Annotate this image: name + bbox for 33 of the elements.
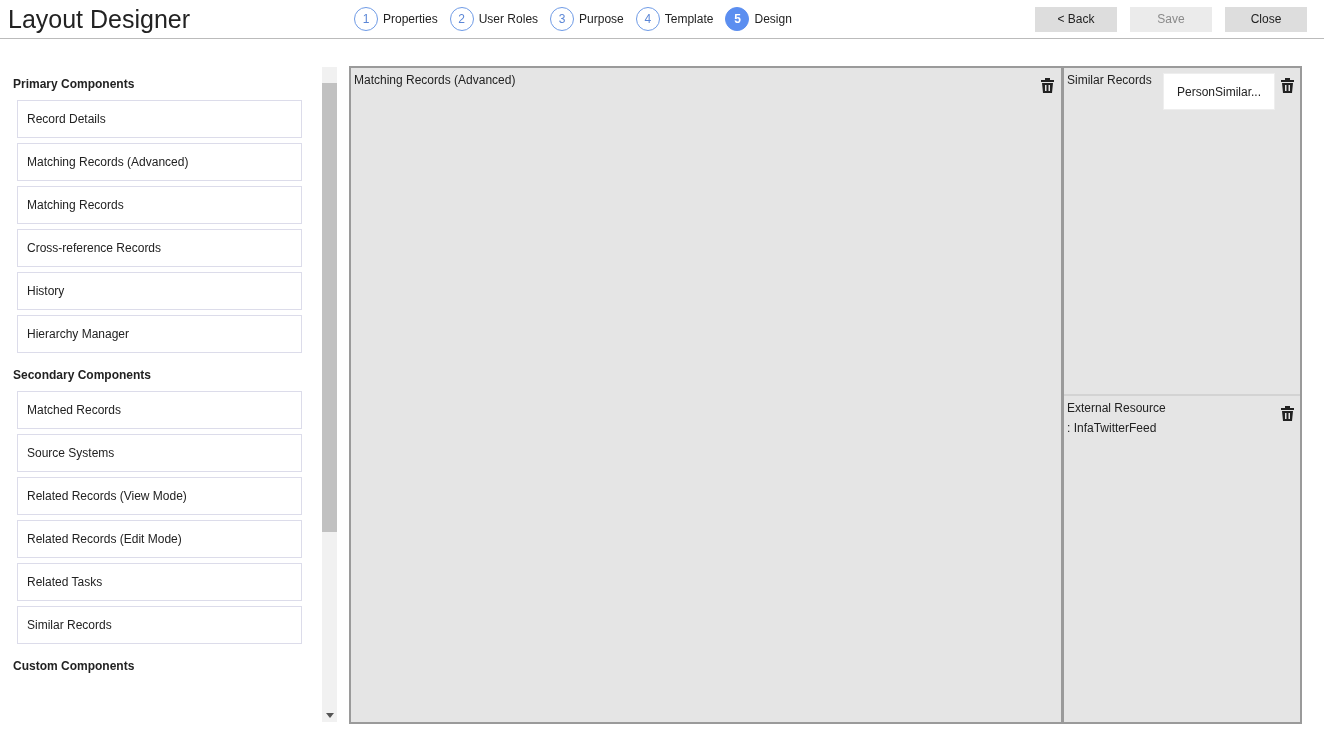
component-tile[interactable]: Matching Records	[17, 186, 302, 224]
wizard-step[interactable]: 5 Design	[725, 7, 792, 31]
component-tile[interactable]: Related Records (View Mode)	[17, 477, 302, 515]
component-tile[interactable]: Hierarchy Manager	[17, 315, 302, 353]
wizard-step[interactable]: 3 Purpose	[550, 7, 624, 31]
scroll-down-arrow-icon[interactable]	[326, 713, 334, 718]
toolbar-button[interactable]: Close	[1225, 6, 1307, 32]
component-tile[interactable]: Record Details	[17, 100, 302, 138]
component-tile[interactable]: History	[17, 272, 302, 310]
toolbar-button[interactable]: < Back	[1035, 6, 1117, 32]
record-dropdown[interactable]: PersonSimilar...	[1163, 73, 1275, 110]
wizard-step[interactable]: 4 Template	[635, 7, 714, 31]
panel-title: External Resource	[1067, 401, 1167, 415]
wizard-step[interactable]: 1 Properties	[354, 7, 438, 31]
component-tile[interactable]: Related Tasks	[17, 563, 302, 601]
panel-title: Similar Records	[1067, 73, 1153, 87]
component-tile[interactable]: Matching Records (Advanced)	[17, 143, 302, 181]
app-title: Layout Designer	[7, 4, 192, 34]
group-heading: Secondary Components	[13, 367, 153, 384]
trash-icon[interactable]	[1281, 78, 1294, 93]
trash-icon[interactable]	[1041, 78, 1054, 93]
component-tile[interactable]: Similar Records	[17, 606, 302, 644]
group-heading: Primary Components	[13, 76, 136, 93]
component-tile[interactable]: Source Systems	[17, 434, 302, 472]
trash-icon[interactable]	[1281, 406, 1294, 421]
group-heading: Custom Components	[13, 658, 136, 675]
scrollbar[interactable]	[322, 67, 337, 722]
wizard-step[interactable]: 2 User Roles	[449, 7, 539, 31]
component-tile[interactable]: Matched Records	[17, 391, 302, 429]
component-tile[interactable]: Related Records (Edit Mode)	[17, 520, 302, 558]
component-tile[interactable]: Cross-reference Records	[17, 229, 302, 267]
panel-title: Matching Records (Advanced)	[354, 73, 516, 87]
panel-subtitle: : InfaTwitterFeed	[1067, 421, 1158, 435]
